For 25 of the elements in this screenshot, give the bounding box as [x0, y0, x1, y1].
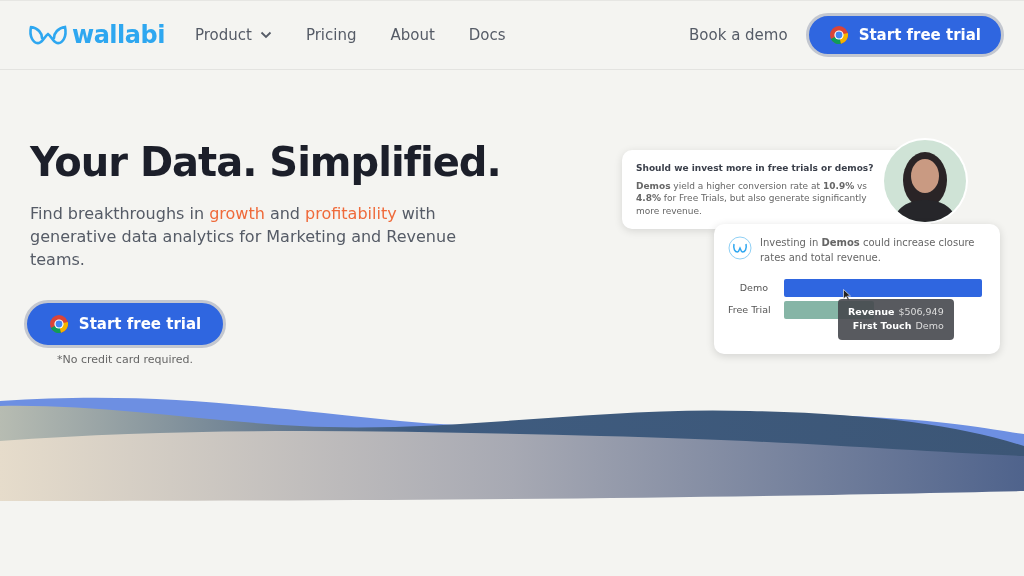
bar-label: Free Trial [728, 302, 768, 317]
hero-subtitle: Find breakthroughs in growth and profitability with generative data analytics for Marketing and Revenue teams. [30, 203, 457, 272]
nav-link[interactable]: Pricing [305, 23, 357, 47]
chrome-icon [48, 313, 69, 334]
bar-label: Demo [738, 280, 768, 295]
insight-text: Investing in Demos could increase closure rates and total revenue. [760, 236, 976, 265]
book-demo-link[interactable]: Book a demo [689, 23, 788, 47]
answer-text: Demos yield a higher conversion rate at 10.9% vs 4.8% for Free Trials, but also generate significantly more revenue. [636, 179, 869, 218]
nav-link[interactable]: About [390, 23, 435, 47]
disclaimer-text: *No credit card required. [56, 352, 194, 369]
hero-heading: Your Data. Simplified. [30, 138, 502, 186]
nav-link[interactable]: Product [194, 23, 272, 47]
logo-icon [728, 236, 752, 260]
nav-link[interactable]: Docs [468, 23, 506, 47]
brand-name: wallabi [72, 20, 165, 51]
tooltip-label: First Touch [852, 319, 912, 334]
start-trial-button[interactable]: Start free trial [23, 299, 227, 349]
question-text: Should we invest more in free trials or demos? [636, 162, 875, 175]
start-trial-button[interactable]: Start free trial [805, 12, 1004, 58]
tooltip-label: Revenue [848, 305, 895, 319]
tooltip-value: $506,949 [898, 305, 944, 319]
cursor-icon [843, 289, 851, 301]
tooltip-value: Demo [915, 319, 944, 334]
logo-icon [28, 24, 68, 46]
chrome-icon [828, 25, 849, 45]
